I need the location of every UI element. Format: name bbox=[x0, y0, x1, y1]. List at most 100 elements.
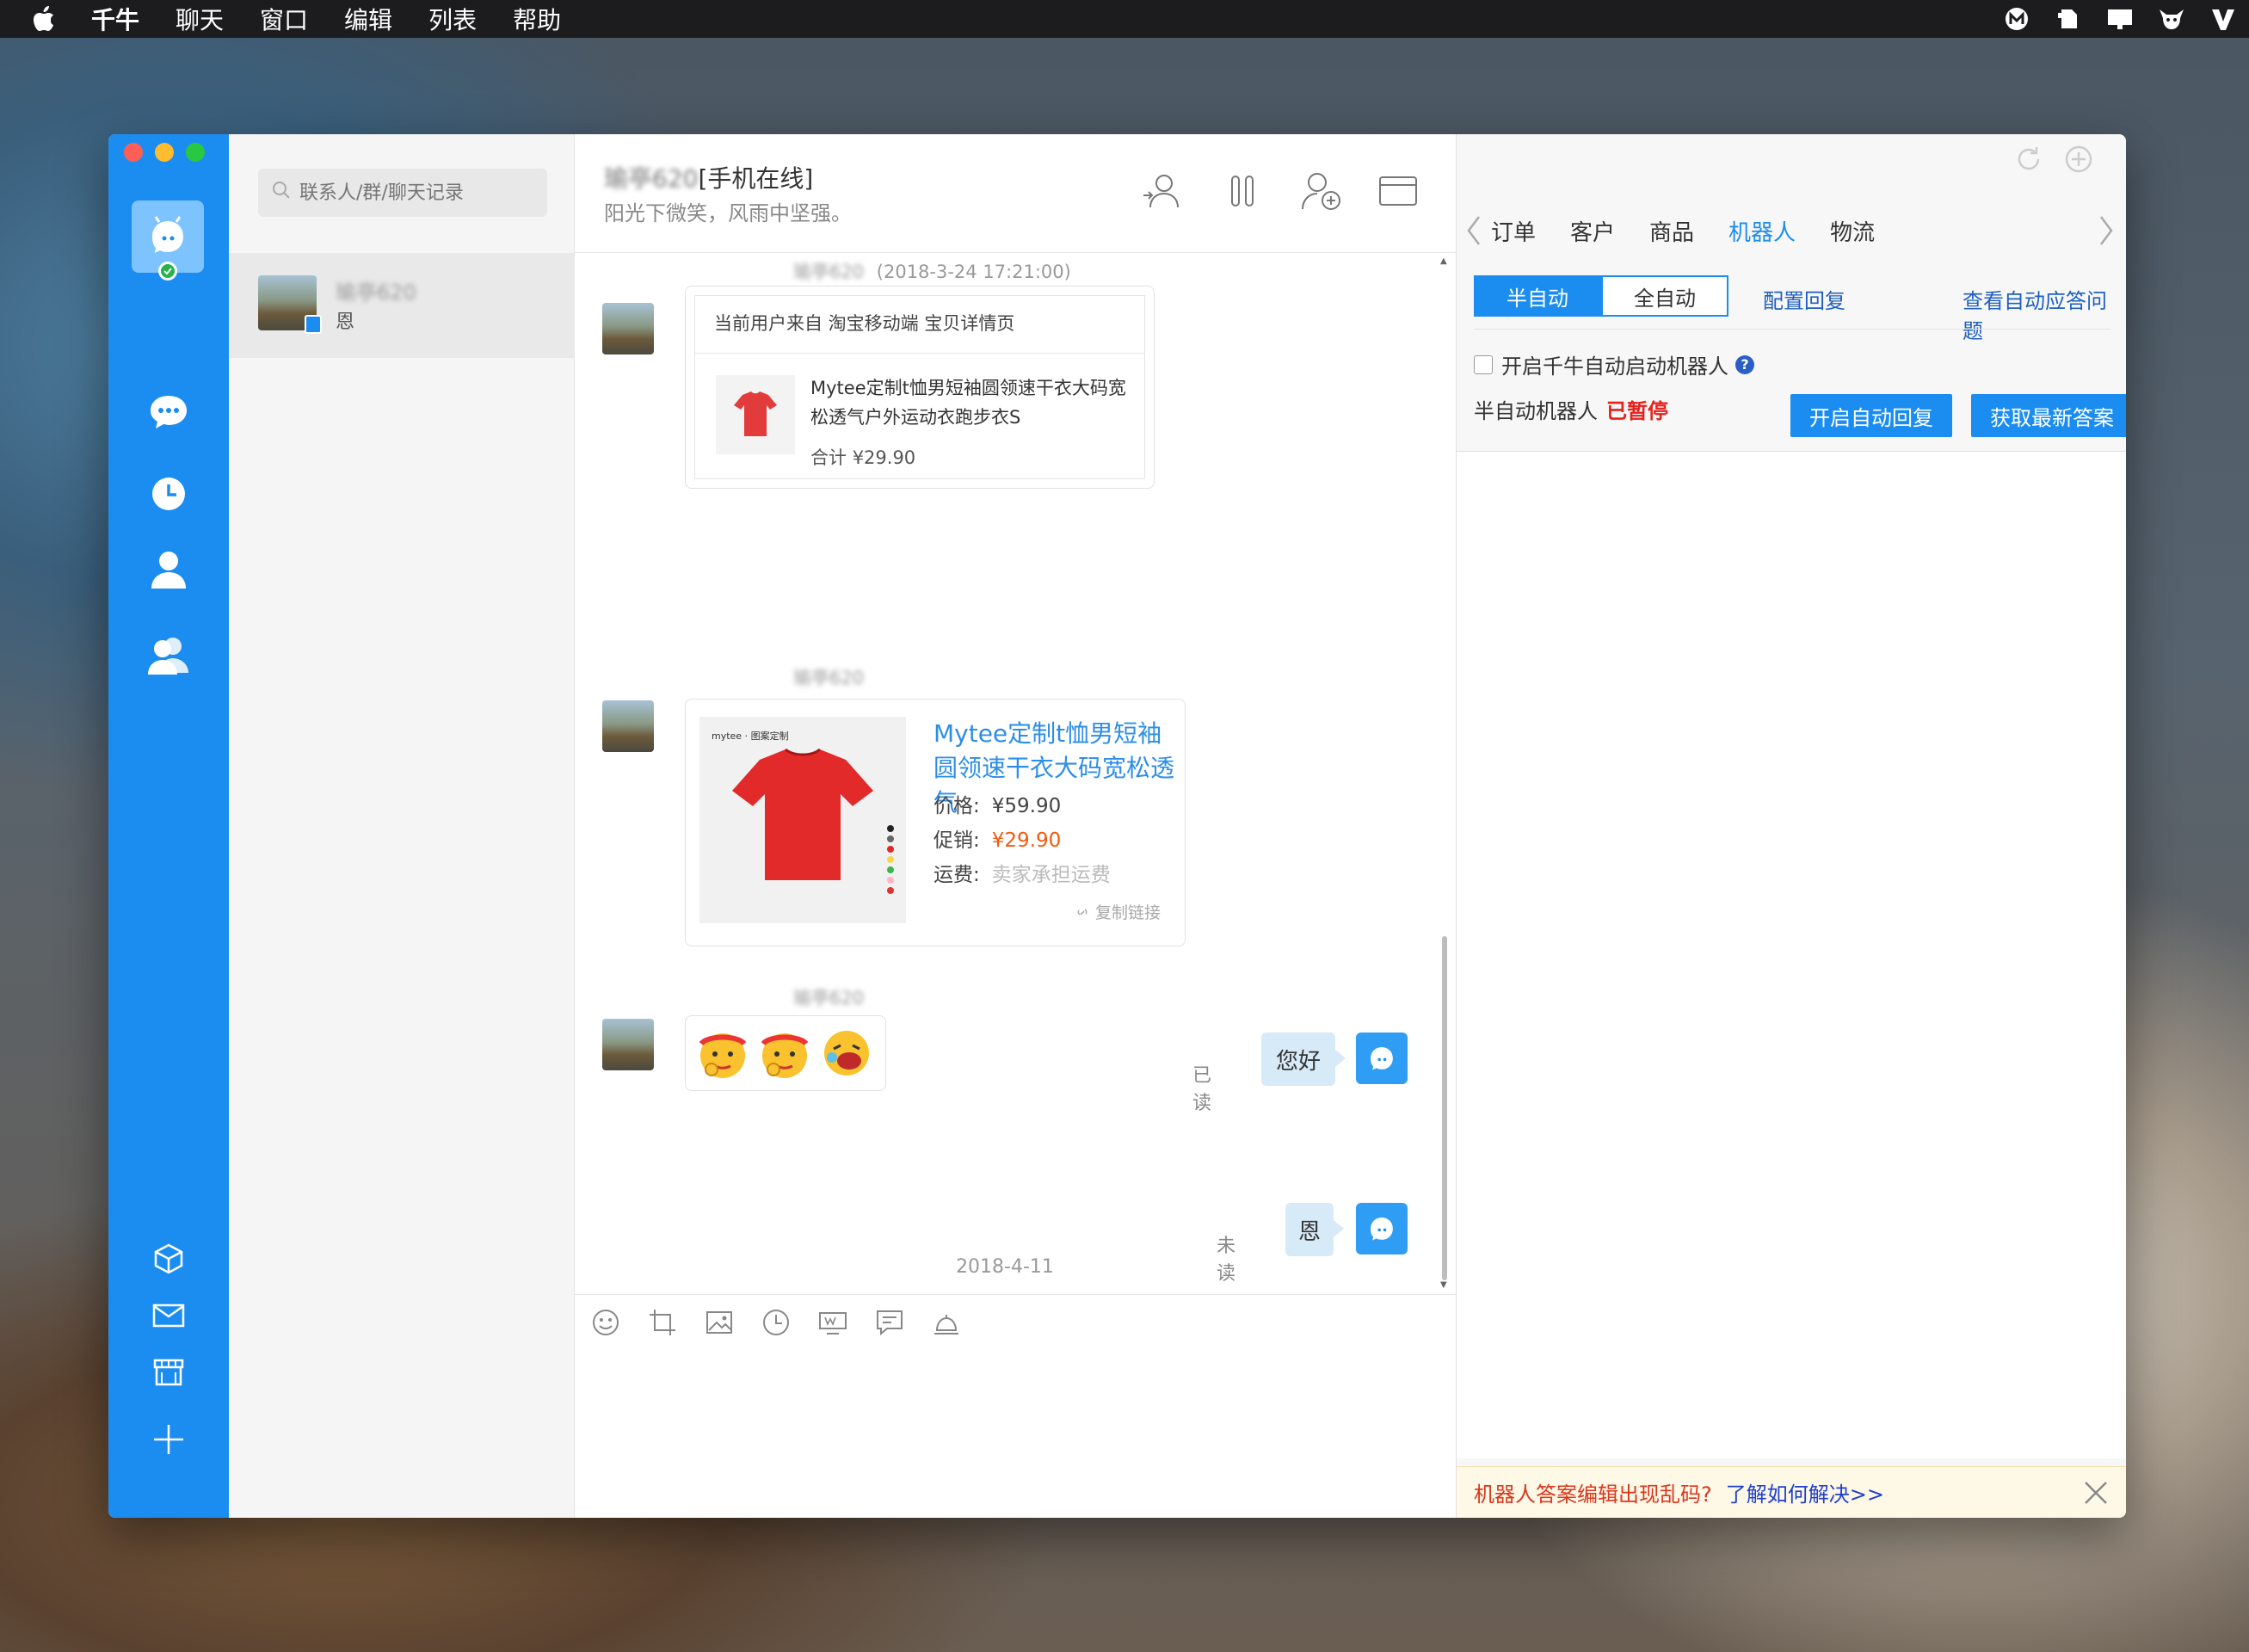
scroll-up-icon[interactable]: ▲ bbox=[1440, 256, 1449, 266]
close-notice-icon[interactable] bbox=[2082, 1479, 2110, 1507]
start-auto-reply-button[interactable]: 开启自动回复 bbox=[1790, 394, 1952, 437]
price-row: 价格: ¥59.90 bbox=[933, 789, 1061, 818]
sender-avatar[interactable] bbox=[602, 1019, 654, 1070]
status-tray bbox=[2003, 0, 2237, 38]
refresh-icon[interactable] bbox=[2014, 145, 2043, 177]
contact-item[interactable]: 瑜亭620 恩 bbox=[229, 253, 575, 358]
robot-content-area bbox=[1457, 452, 2126, 1458]
store-icon[interactable] bbox=[147, 1351, 190, 1394]
add-circle-icon[interactable] bbox=[2064, 145, 2093, 177]
tab-orders[interactable]: 订单 bbox=[1491, 215, 1536, 247]
clock-history-icon[interactable] bbox=[147, 472, 190, 515]
tabs-next-icon[interactable] bbox=[2089, 213, 2123, 248]
view-questions-link[interactable]: 查看自动应答问题 bbox=[1962, 284, 2126, 344]
emoji-message[interactable] bbox=[685, 1015, 886, 1091]
qianniu-window: 瑜亭620 恩 瑜亭620[手机在线] 阳光下微笑，风雨中坚强。 bbox=[108, 134, 2126, 1518]
product-card[interactable]: mytee · 图案定制 Mytee定制t恤男短袖圆领速干衣大码宽松透气 价格:… bbox=[685, 699, 1186, 946]
apple-icon[interactable] bbox=[33, 6, 67, 32]
copy-link-button[interactable]: 复制链接 bbox=[1075, 900, 1161, 923]
chat-title: 瑜亭620[手机在线] bbox=[604, 160, 813, 194]
tab-products[interactable]: 商品 bbox=[1649, 215, 1694, 247]
shipping-row: 运费: 卖家承担运费 bbox=[933, 858, 1111, 887]
promo-label: 促销: bbox=[933, 829, 980, 852]
mail-icon[interactable] bbox=[147, 1294, 190, 1337]
sender-avatar[interactable] bbox=[602, 303, 654, 354]
product-thumbnail[interactable] bbox=[716, 375, 795, 454]
menu-chat[interactable]: 聊天 bbox=[176, 2, 224, 36]
cow-icon[interactable] bbox=[2158, 5, 2185, 33]
pause-icon[interactable] bbox=[1220, 169, 1265, 213]
scrollbar-thumb[interactable] bbox=[1442, 936, 1447, 1280]
menu-bar: 千牛 聊天 窗口 编辑 列表 帮助 bbox=[0, 0, 2249, 38]
evernote-icon[interactable] bbox=[2055, 5, 2082, 33]
semi-auto-mode-button[interactable]: 半自动 bbox=[1474, 275, 1601, 317]
thinking-emoji-icon bbox=[699, 1033, 747, 1078]
message-time: (2018-3-24 17:21:00) bbox=[876, 262, 1071, 282]
tab-logistics[interactable]: 物流 bbox=[1830, 215, 1875, 247]
product-title[interactable]: Mytee定制t恤男短袖圆领速干衣大码宽松透气户外运动衣跑步衣S bbox=[810, 373, 1137, 432]
menu-edit[interactable]: 编辑 bbox=[344, 2, 392, 36]
toggle-sidebar-icon[interactable] bbox=[1378, 169, 1423, 213]
minimize-window-button[interactable] bbox=[155, 143, 174, 162]
menu-list[interactable]: 列表 bbox=[428, 2, 477, 36]
cube-icon[interactable] bbox=[147, 1237, 190, 1280]
my-message-bubble[interactable]: 您好 bbox=[1261, 1032, 1346, 1086]
quick-reply-icon[interactable] bbox=[874, 1307, 905, 1338]
tab-customers[interactable]: 客户 bbox=[1570, 215, 1615, 247]
transfer-contact-icon[interactable] bbox=[1141, 169, 1186, 213]
shipping-value: 卖家承担运费 bbox=[991, 864, 1111, 886]
message-scrollbar[interactable]: ▲ ▼ bbox=[1440, 256, 1449, 1290]
config-reply-link[interactable]: 配置回复 bbox=[1763, 284, 1845, 314]
message-sender: 瑜亭620 bbox=[793, 988, 865, 1008]
my-message-bubble[interactable]: 恩 bbox=[1285, 1203, 1344, 1256]
maximize-window-button[interactable] bbox=[186, 143, 205, 162]
message-list[interactable]: ▲ ▼ 瑜亭620 (2018-3-24 17:21:00) 当前用户来自 淘宝… bbox=[575, 253, 1456, 1294]
v-logo-icon[interactable] bbox=[2209, 5, 2237, 33]
auto-start-checkbox[interactable] bbox=[1474, 354, 1493, 374]
emoji-icon[interactable] bbox=[590, 1307, 621, 1338]
search-input[interactable] bbox=[299, 182, 532, 204]
mode-switch: 半自动 全自动 bbox=[1474, 275, 1728, 317]
chat-signature: 阳光下微笑，风雨中坚强。 bbox=[604, 201, 852, 225]
product-image[interactable]: mytee · 图案定制 bbox=[699, 717, 906, 923]
my-message-avatar[interactable] bbox=[1356, 1032, 1408, 1084]
close-window-button[interactable] bbox=[124, 143, 143, 162]
chat-header: 瑜亭620[手机在线] 阳光下微笑，风雨中坚强。 bbox=[575, 134, 1456, 253]
tabs-prev-icon[interactable] bbox=[1457, 213, 1491, 248]
menu-help[interactable]: 帮助 bbox=[513, 2, 561, 36]
m-circle-icon[interactable] bbox=[2003, 5, 2030, 33]
visit-source-card[interactable]: 当前用户来自 淘宝移动端 宝贝详情页 Mytee定制t恤男短袖圆领速干衣大码宽松… bbox=[685, 286, 1155, 489]
auto-start-option[interactable]: 开启千牛自动启动机器人 ? bbox=[1474, 349, 1754, 379]
group-people-icon[interactable] bbox=[147, 633, 190, 676]
copy-link-label: 复制链接 bbox=[1094, 903, 1161, 922]
sender-avatar[interactable] bbox=[602, 700, 654, 752]
message-sender-line: 瑜亭620 (2018-3-24 17:21:00) bbox=[793, 258, 1071, 284]
chat-bubble-icon[interactable] bbox=[147, 391, 190, 434]
search-icon bbox=[272, 181, 291, 205]
video-screen-icon[interactable] bbox=[817, 1307, 848, 1338]
tab-robot[interactable]: 机器人 bbox=[1728, 215, 1796, 247]
add-plugin-icon[interactable] bbox=[147, 1418, 190, 1461]
message-input[interactable] bbox=[592, 1355, 1435, 1501]
add-friend-icon[interactable] bbox=[1299, 169, 1344, 213]
contact-search[interactable] bbox=[258, 169, 547, 217]
clock-icon[interactable] bbox=[761, 1307, 792, 1338]
plugin-side-panel: 订单 客户 商品 机器人 物流 半自动 全自动 配置回复 查看自动应答问题 开启… bbox=[1456, 134, 2126, 1518]
notice-link[interactable]: 了解如何解决>> bbox=[1726, 1477, 1884, 1507]
image-icon[interactable] bbox=[704, 1307, 735, 1338]
scroll-down-icon[interactable]: ▼ bbox=[1440, 1280, 1449, 1290]
full-auto-mode-button[interactable]: 全自动 bbox=[1601, 275, 1728, 317]
bell-service-icon[interactable] bbox=[931, 1307, 962, 1338]
price-label: 价格: bbox=[933, 795, 980, 817]
order-total: 合计 ¥29.90 bbox=[810, 444, 915, 470]
unread-status: 未读 bbox=[1217, 1236, 1236, 1285]
contact-person-icon[interactable] bbox=[147, 548, 190, 591]
my-message-avatar[interactable] bbox=[1356, 1203, 1408, 1254]
screen-icon[interactable] bbox=[2106, 5, 2134, 33]
help-icon[interactable]: ? bbox=[1735, 354, 1754, 374]
chat-header-actions bbox=[1141, 169, 1423, 213]
fetch-answers-button[interactable]: 获取最新答案 bbox=[1971, 394, 2126, 437]
menu-window[interactable]: 窗口 bbox=[260, 2, 308, 36]
menu-app-name[interactable]: 千牛 bbox=[91, 2, 139, 36]
screenshot-crop-icon[interactable] bbox=[647, 1307, 678, 1338]
